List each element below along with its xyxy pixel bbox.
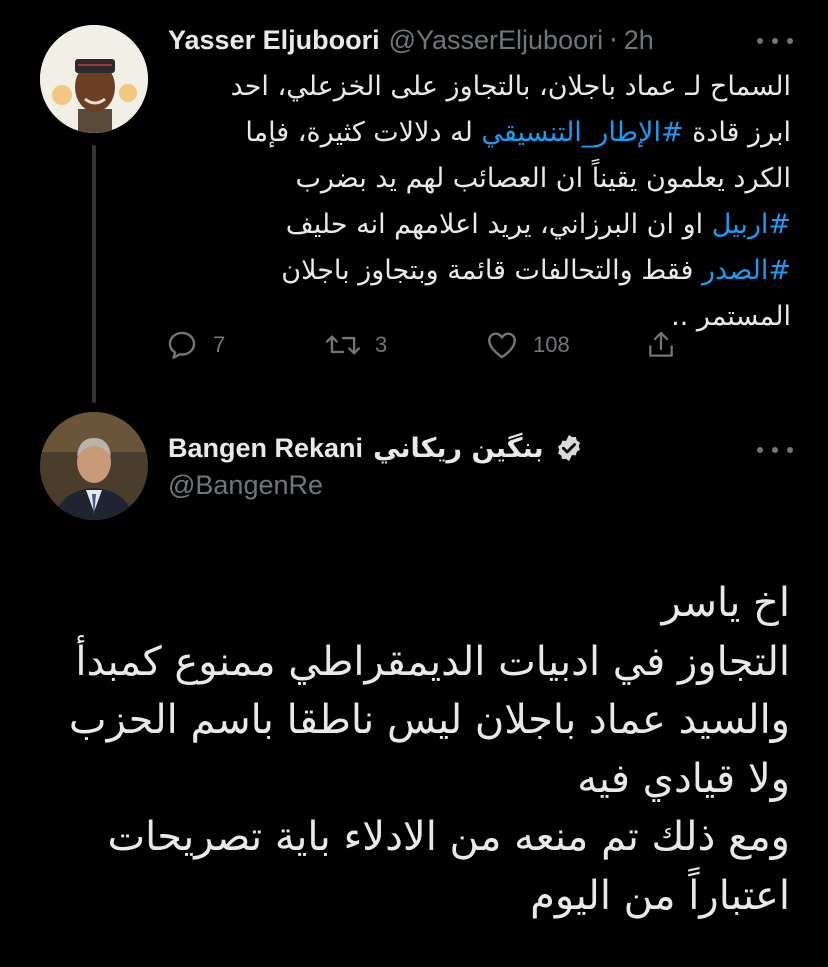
avatar-bangen[interactable] [40,412,148,520]
author-name[interactable]: Bangen Rekani [168,433,363,464]
tweet-parent[interactable]: Yasser Eljuboori @YasserEljuboori · 2h ا… [0,0,828,403]
tweet-main-line: اعتباراً من اليوم [530,872,790,919]
tweet-actions: 7 3 108 [165,325,685,365]
retweet-count: 3 [375,332,388,357]
hashtag-link[interactable]: #الإطار_التنسيقي [481,117,683,148]
tweet-main-line: التجاوز في ادبيات الديمقراطي ممنوع كمبدأ [75,638,790,685]
author-name-arabic[interactable]: بنگين ريكاني [373,433,544,464]
retweet-icon [325,335,361,355]
tweet-parent-header: Yasser Eljuboori @YasserEljuboori · 2h [168,22,654,58]
tweet-main-body: اخ ياسر التجاوز في ادبيات الديمقراطي ممنو… [40,574,790,925]
thread-connector-line [92,145,96,403]
like-button[interactable]: 108 [485,325,570,365]
tweet-text-segment: السماح لـ عماد باجلان، بالتجاوز على الخز… [230,71,791,102]
author-handle[interactable]: @BangenRe [168,470,323,501]
tweet-main-line: اخ ياسر [661,580,790,626]
tweet-text-segment: ابرز قادة [683,117,791,148]
tweet-parent-line: الكرد يعلمون يقيناً ان العصائب لهم يد بض… [165,156,791,202]
reply-count: 7 [213,332,226,357]
hashtag-link[interactable]: #الصدر [702,255,791,286]
author-handle[interactable]: @YasserEljuboori [389,25,604,56]
tweet-parent-line: #الصدر فقط والتحالفات قائمة وبتجاوز باجل… [165,248,791,294]
tweet-text-segment: الكرد يعلمون يقيناً ان العصائب لهم يد بض… [295,163,791,194]
author-name[interactable]: Yasser Eljuboori [168,25,380,56]
avatar-yasser-image [40,25,148,133]
reply-icon [168,331,196,359]
tweet-parent-line: #اربيل او ان البرزاني، يريد اعلامهم انه … [165,202,791,248]
more-horizontal-icon[interactable] [757,35,793,47]
share-button[interactable] [645,325,691,365]
like-count: 108 [533,332,570,357]
tweet-parent-body: السماح لـ عماد باجلان، بالتجاوز على الخز… [165,64,791,340]
tweet-main-line: والسيد عماد باجلان ليس ناطقا باسم الحزب [68,697,790,743]
avatar-bangen-image [40,412,148,520]
avatar-yasser[interactable] [40,25,148,133]
more-horizontal-icon[interactable] [757,444,793,456]
tweet-parent-line: ابرز قادة #الإطار_التنسيقي له دلالات كثي… [165,110,791,156]
hashtag-link[interactable]: #اربيل [712,209,791,240]
tweet-text-segment: له دلالات كثيرة، فإما [245,117,482,148]
tweet-main-line: ومع ذلك تم منعه من الادلاء باية تصريحات [107,814,790,860]
separator-dot: · [609,24,618,56]
tweet-main-line: ولا قيادي فيه [577,755,790,802]
share-icon [649,331,673,357]
tweet-main-header: Bangen Rekani بنگين ريكاني [168,430,584,466]
tweet-parent-line: السماح لـ عماد باجلان، بالتجاوز على الخز… [165,64,791,110]
tweet-text-segment: فقط والتحالفات قائمة وبتجاوز باجلان [281,255,703,286]
retweet-button[interactable]: 3 [325,325,387,365]
heart-icon [488,332,516,359]
tweet-text-segment: او ان البرزاني، يريد اعلامهم انه حليف [285,209,712,240]
tweet-time[interactable]: 2h [624,25,654,56]
verified-badge-icon [554,433,584,463]
reply-button[interactable]: 7 [165,325,225,365]
